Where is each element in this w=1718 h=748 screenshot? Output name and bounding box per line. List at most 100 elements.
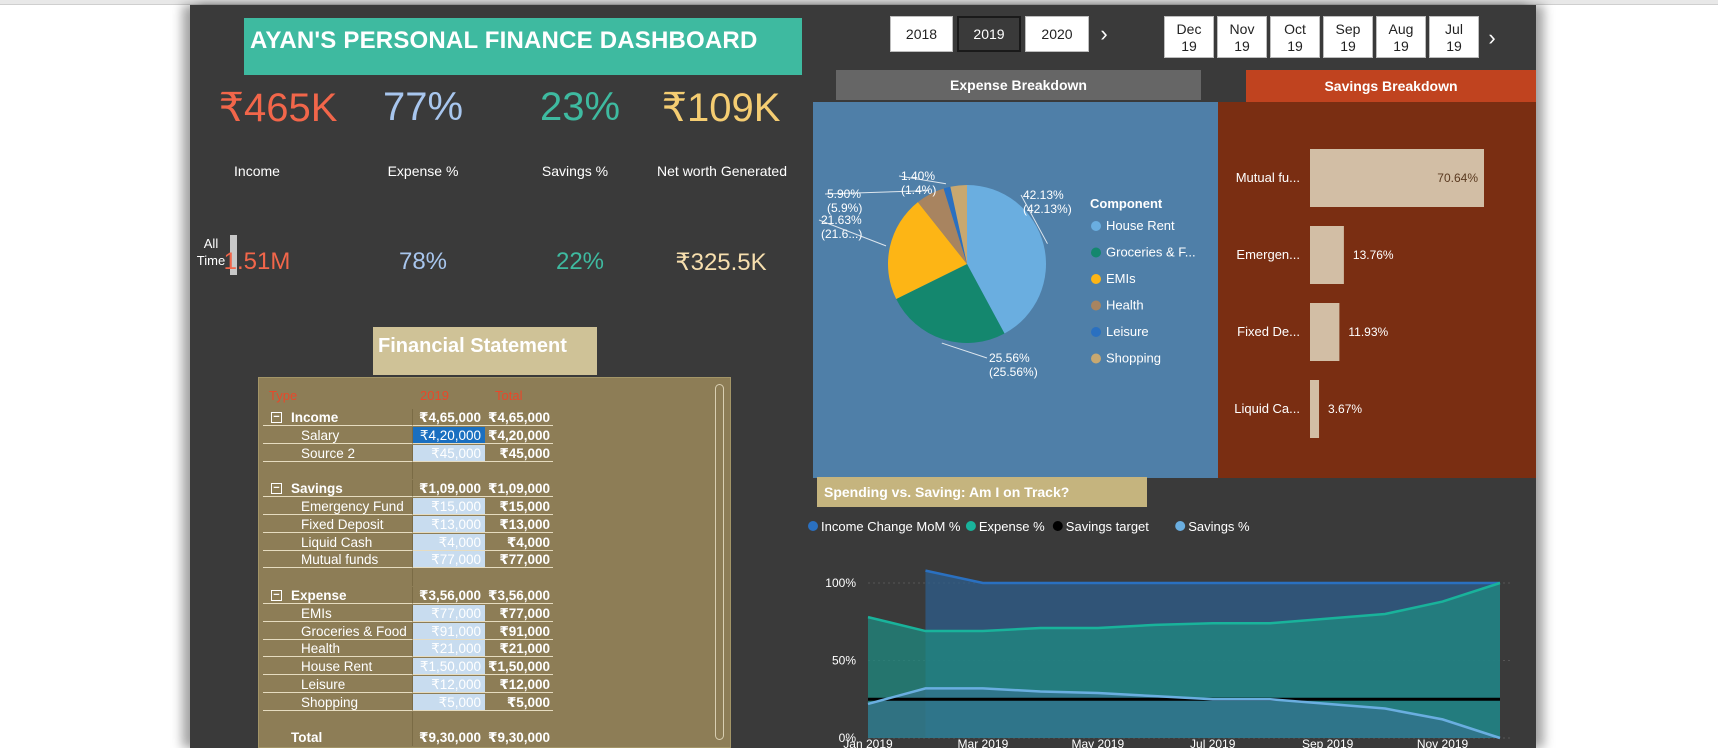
row-label-text: Source 2 — [301, 445, 356, 461]
dashboard-title: AYAN'S PERSONAL FINANCE DASHBOARD — [244, 18, 802, 75]
month-button-jul[interactable]: Jul 19 — [1429, 16, 1479, 58]
header-total[interactable]: Total — [495, 388, 522, 403]
month-year: 19 — [1446, 38, 1462, 54]
kpi-income-label: Income — [234, 163, 280, 179]
year-button-2018[interactable]: 2018 — [890, 16, 953, 52]
savings-data-label: 11.93% — [1348, 325, 1388, 339]
row-label-text: House Rent — [301, 659, 373, 675]
spending-area-chart: Income Change MoM % Expense % Savings targ… — [808, 519, 1510, 748]
row-label-text: Leisure — [301, 676, 346, 692]
alltime-income-value: 1.51M — [223, 248, 291, 275]
row-label: Health — [263, 640, 413, 658]
row-label: Mutual funds — [263, 551, 413, 569]
matrix-row[interactable]: Leisure ₹12,000 ₹12,000 — [263, 675, 553, 694]
row-label: House Rent — [263, 658, 413, 676]
report-canvas: AYAN'S PERSONAL FINANCE DASHBOARD ₹465K … — [190, 5, 1536, 748]
row-value-total: ₹12,000 — [485, 676, 553, 693]
savings-bar — [1310, 303, 1340, 361]
row-label: Fixed Deposit — [263, 515, 413, 533]
series-line — [925, 569, 1500, 585]
matrix-row[interactable]: EMIs ₹77,000 ₹77,000 — [263, 604, 553, 623]
matrix-spacer-row — [263, 462, 553, 480]
savings-data-label: 13.76% — [1353, 248, 1394, 262]
matrix-row[interactable]: Salary ₹4,20,000 ₹4,20,000 — [263, 426, 553, 445]
pie-legend-marker — [1091, 353, 1101, 364]
matrix-row[interactable]: House Rent ₹1,50,000 ₹1,50,000 — [263, 658, 553, 676]
header-type[interactable]: Type — [269, 388, 297, 403]
pie-legend-marker — [1091, 221, 1101, 231]
chevron-right-icon[interactable]: › — [1482, 25, 1502, 51]
matrix-row[interactable]: Source 2 ₹45,000 ₹45,000 — [263, 444, 553, 463]
row-value-total: ₹15,000 — [485, 498, 553, 515]
x-tick-label: Nov 2019 — [1417, 737, 1469, 748]
row-value-total: ₹21,000 — [485, 640, 553, 658]
month-button-sep[interactable]: Sep 19 — [1323, 16, 1373, 58]
savings-bar — [1310, 226, 1344, 284]
matrix-row[interactable]: Mutual funds ₹77,000 ₹77,000 — [263, 551, 553, 569]
matrix-row[interactable]: Groceries & Food ₹91,000 ₹91,000 — [263, 622, 553, 641]
collapse-icon[interactable]: − — [271, 589, 282, 601]
line-legend-marker — [1052, 521, 1063, 531]
matrix-row[interactable]: Liquid Cash ₹4,000 ₹4,000 — [263, 533, 553, 552]
row-value-total: ₹4,65,000 — [485, 409, 553, 426]
row-label: Emergency Fund — [263, 497, 413, 515]
spending-chart-title: Spending vs. Saving: Am I on Track? — [817, 477, 1147, 507]
month-label: Jul — [1445, 21, 1463, 37]
collapse-icon[interactable]: − — [271, 483, 282, 495]
expense-pie-chart: 42.13%(42.13%) 25.56%(25.56%) 21.63%(21.6.… — [818, 169, 1196, 379]
row-label: − Expense — [263, 586, 413, 604]
matrix-row[interactable]: Health ₹21,000 ₹21,000 — [263, 640, 553, 658]
pie-data-label: 42.13% — [1023, 188, 1064, 202]
pie-data-label: 5.90% — [827, 187, 861, 201]
matrix-group-row[interactable]: − Income ₹4,65,000 ₹4,65,000 — [263, 409, 553, 427]
savings-data-label: 3.67% — [1328, 402, 1362, 416]
year-button-2020[interactable]: 2020 — [1025, 16, 1089, 52]
pie-leader-line — [941, 342, 988, 359]
month-year: 19 — [1181, 38, 1197, 54]
row-label-text: Income — [291, 410, 339, 425]
savings-bar — [1310, 380, 1320, 438]
row-label: − Savings — [263, 480, 413, 498]
row-label-text: Savings — [291, 481, 343, 497]
row-value-total — [485, 462, 553, 479]
pie-legend-marker — [1091, 274, 1101, 284]
month-button-oct[interactable]: Oct 19 — [1270, 16, 1320, 58]
row-label-text: Shopping — [301, 694, 359, 710]
pie-legend-marker — [1091, 327, 1101, 337]
month-year: 19 — [1393, 38, 1409, 54]
header-year[interactable]: 2019 — [420, 388, 449, 403]
matrix-scrollbar[interactable] — [715, 384, 724, 740]
pie-legend-entry: Shopping — [1106, 351, 1161, 366]
pie-data-label: 21.63% — [821, 213, 862, 227]
pie-data-label: (21.6...) — [821, 227, 862, 241]
row-value-total: ₹9,30,000 — [488, 730, 550, 746]
y-tick-label: 100% — [825, 576, 856, 590]
row-value-total: ₹3,56,000 — [485, 587, 553, 604]
year-button-2019[interactable]: 2019 — [957, 16, 1021, 52]
month-button-aug[interactable]: Aug 19 — [1376, 16, 1426, 58]
row-label: Groceries & Food — [263, 622, 413, 640]
row-value-year: ₹15,000 — [413, 497, 485, 515]
month-button-nov[interactable]: Nov 19 — [1217, 16, 1267, 58]
row-value-year: ₹1,50,000 — [413, 658, 485, 676]
row-label-text: Emergency Fund — [301, 498, 404, 514]
matrix-total-row[interactable]: Total ₹9,30,000 ₹9,30,000 — [263, 729, 553, 747]
pie-legend-marker — [1091, 247, 1101, 258]
line-legend-entry: Savings target — [1066, 519, 1149, 534]
row-value-total: ₹13,000 — [485, 516, 553, 533]
row-value-total: ₹4,000 — [485, 534, 553, 551]
matrix-row[interactable]: Fixed Deposit ₹13,000 ₹13,000 — [263, 515, 553, 534]
matrix-row[interactable]: Emergency Fund ₹15,000 ₹15,000 — [263, 497, 553, 516]
month-year: 19 — [1287, 38, 1303, 54]
matrix-group-row[interactable]: − Expense ₹3,56,000 ₹3,56,000 — [263, 586, 553, 605]
row-value-total: ₹91,000 — [485, 623, 553, 640]
chevron-right-icon[interactable]: › — [1094, 21, 1114, 47]
row-value-year — [413, 569, 485, 586]
month-button-dec[interactable]: Dec 19 — [1164, 16, 1214, 58]
kpi-expense-pct-value: 77% — [382, 85, 464, 129]
matrix-group-row[interactable]: − Savings ₹1,09,000 ₹1,09,000 — [263, 480, 553, 498]
row-value-total: ₹5,000 — [485, 694, 553, 711]
row-value-total: ₹1,09,000 — [485, 480, 553, 498]
collapse-icon[interactable]: − — [271, 412, 282, 423]
matrix-row[interactable]: Shopping ₹5,000 ₹5,000 — [263, 693, 553, 712]
